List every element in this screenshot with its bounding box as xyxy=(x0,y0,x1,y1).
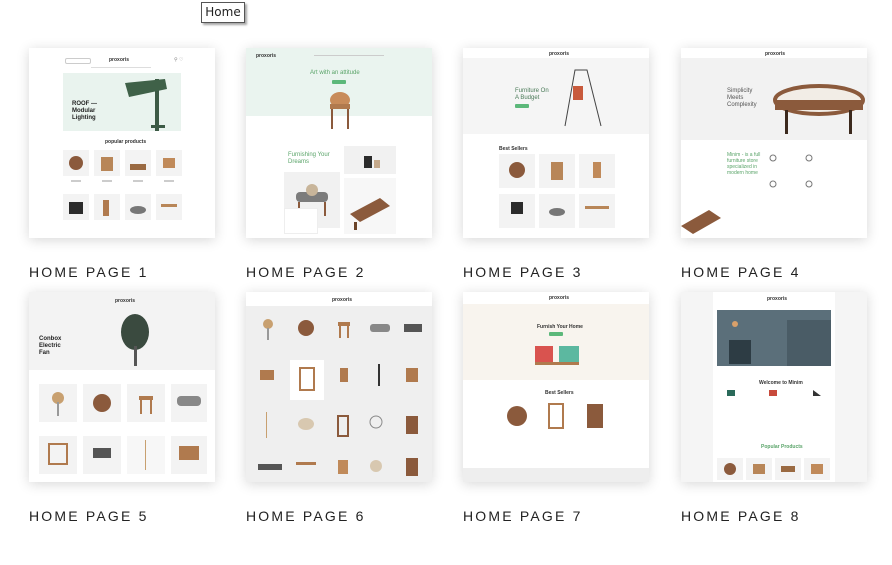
preview-logo: proxoris xyxy=(332,297,353,303)
about-text: Minim - is a full furniture store specia… xyxy=(727,152,761,176)
fan-illustration xyxy=(121,314,149,366)
hero-banner: ROOF — Modular Lighting xyxy=(63,73,181,131)
product-grid xyxy=(39,384,207,474)
feature-icons xyxy=(769,154,813,188)
product-tile xyxy=(344,178,396,234)
footer-strip xyxy=(463,468,649,482)
hero-title: Furnish Your Home xyxy=(537,324,583,330)
homepage-card-6[interactable]: proxoris HOME PAGE 6 xyxy=(246,292,432,524)
homepage-6-preview[interactable]: proxoris xyxy=(246,292,432,482)
preview-logo: proxoris xyxy=(767,296,788,302)
lamp-illustration xyxy=(125,79,167,131)
homepage-4-preview[interactable]: proxoris Simplicity Meets Complexity Min… xyxy=(681,48,867,238)
section-title: Best Sellers xyxy=(545,390,574,396)
product-grid xyxy=(258,319,422,476)
homepage-label[interactable]: HOME PAGE 2 xyxy=(246,264,366,280)
homepage-8-preview[interactable]: proxoris Welcome to Minim Popular Produc… xyxy=(681,292,867,482)
homepage-label[interactable]: HOME PAGE 6 xyxy=(246,508,366,524)
wood-table-illustration xyxy=(773,84,865,134)
homepage-3-preview[interactable]: proxoris Furniture On A Budget Best Sell… xyxy=(463,48,649,238)
section-title: Best Sellers xyxy=(499,146,528,152)
nav-menu xyxy=(91,67,151,68)
chair-illustration xyxy=(330,92,350,129)
promo-title: Furnishing Your Dreams xyxy=(288,152,330,165)
nav-menu xyxy=(314,55,384,56)
preview-logo: proxoris xyxy=(109,57,130,63)
preview-logo: proxoris xyxy=(549,51,570,57)
product-card xyxy=(284,208,318,234)
hero-banner xyxy=(463,58,649,134)
homepage-label[interactable]: HOME PAGE 5 xyxy=(29,508,149,524)
homepage-5-preview[interactable]: proxoris Conbox Electric Fan xyxy=(29,292,215,482)
homepage-label[interactable]: HOME PAGE 4 xyxy=(681,264,801,280)
homepage-card-2[interactable]: proxoris Art with an attitude Furnishing… xyxy=(246,48,432,280)
product-grid xyxy=(499,154,615,228)
homepage-label[interactable]: HOME PAGE 1 xyxy=(29,264,149,280)
welcome-title: Welcome to Minim xyxy=(759,380,803,386)
cart-icon: ⚲ ♡ xyxy=(174,57,184,63)
hero-button xyxy=(515,104,529,108)
product-tile xyxy=(344,146,396,174)
homepage-label[interactable]: HOME PAGE 3 xyxy=(463,264,583,280)
homepage-label[interactable]: HOME PAGE 8 xyxy=(681,508,801,524)
homepage-card-8[interactable]: proxoris Welcome to Minim Popular Produc… xyxy=(681,292,867,524)
preview-logo: proxoris xyxy=(115,298,136,304)
hero-title: ROOF — Modular Lighting xyxy=(72,101,97,121)
hero-title: Art with an attitude xyxy=(310,70,360,76)
hero-image xyxy=(717,310,831,366)
homepage-card-7[interactable]: proxoris Furnish Your Home Best Sellers … xyxy=(463,292,649,524)
product-grid xyxy=(63,150,182,220)
section-title: Popular Products xyxy=(761,444,803,450)
preview-logo: proxoris xyxy=(256,53,277,59)
homepage-card-4[interactable]: proxoris Simplicity Meets Complexity Min… xyxy=(681,48,867,280)
homepage-1-preview[interactable]: proxoris ⚲ ♡ ROOF — Modular Lighting pop… xyxy=(29,48,215,238)
hero-title: Conbox Electric Fan xyxy=(39,336,62,356)
preview-logo: proxoris xyxy=(549,295,570,301)
home-tooltip: Home xyxy=(201,2,245,23)
preview-logo: proxoris xyxy=(765,51,786,57)
homepage-card-1[interactable]: proxoris ⚲ ♡ ROOF — Modular Lighting pop… xyxy=(29,48,215,280)
ladder-illustration xyxy=(564,69,602,127)
homepage-2-preview[interactable]: proxoris Art with an attitude Furnishing… xyxy=(246,48,432,238)
homepage-label[interactable]: HOME PAGE 7 xyxy=(463,508,583,524)
section-title: popular products xyxy=(105,139,147,145)
hero-title: Furniture On A Budget xyxy=(515,88,549,101)
hero-button xyxy=(332,80,346,84)
hero-title: Simplicity Meets Complexity xyxy=(727,88,757,108)
hero-button xyxy=(549,332,563,336)
cabinet-illustration xyxy=(535,346,579,365)
search-bar xyxy=(65,58,91,64)
homepage-7-preview[interactable]: proxoris Furnish Your Home Best Sellers xyxy=(463,292,649,482)
product-row xyxy=(717,458,830,480)
homepage-card-3[interactable]: proxoris Furniture On A Budget Best Sell… xyxy=(463,48,649,280)
bench-illustration xyxy=(681,210,721,234)
homepage-card-5[interactable]: proxoris Conbox Electric Fan HOME PAGE 5 xyxy=(29,292,215,524)
product-row xyxy=(507,403,603,429)
feature-icons xyxy=(727,390,821,396)
